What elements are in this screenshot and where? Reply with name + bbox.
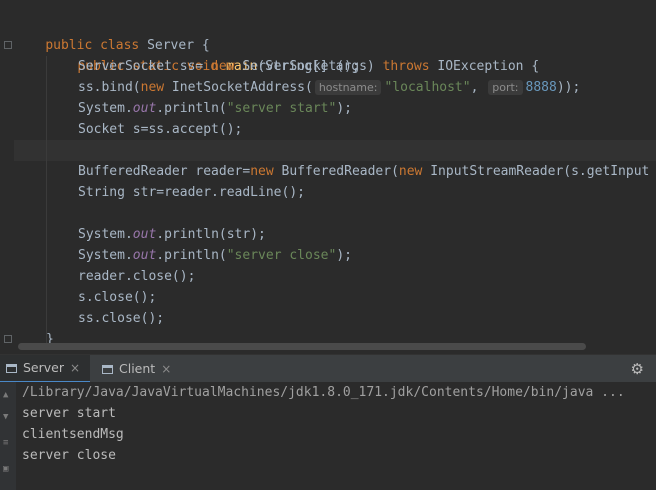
code-line-6: Socket s=ss.accept(); <box>78 119 242 140</box>
string-literal: "server start" <box>226 101 337 116</box>
code-editor[interactable]: public class Server { public static void… <box>0 0 656 352</box>
code-text: ServerSocket(); <box>234 59 360 74</box>
editor-gutter <box>0 0 14 352</box>
console-line: clientsendMsg <box>22 427 124 442</box>
code-text: System. <box>78 248 133 263</box>
code-text: InputStreamReader(s.getInput <box>422 164 650 179</box>
number-literal: 8888 <box>525 80 557 95</box>
code-line-15: ss.close(); <box>78 308 164 329</box>
code-line-5: System.out.println("server start"); <box>78 98 352 119</box>
static-field: out <box>132 248 157 263</box>
close-icon[interactable]: × <box>70 354 80 382</box>
code-line-2: public static void main(String[] args) t… <box>46 35 539 74</box>
code-text: System. <box>78 227 133 242</box>
code-text: ss.close(); <box>78 311 165 326</box>
soft-wrap-icon[interactable]: ≡ <box>3 438 8 448</box>
console-line: server close <box>22 448 116 463</box>
indent-guide <box>46 56 47 346</box>
code-text: .println( <box>156 248 227 263</box>
keyword: new <box>140 80 165 95</box>
code-text: ); <box>336 248 352 263</box>
fold-icon[interactable] <box>4 335 12 343</box>
code-text: BufferedReader reader= <box>78 164 251 179</box>
tab-client[interactable]: Client × <box>96 355 176 383</box>
code-text: InetSocketAddress( <box>164 80 313 95</box>
parameter-hint: port: <box>488 80 523 95</box>
scroll-down-icon[interactable]: ▼ <box>3 412 8 422</box>
code-text: , <box>470 80 479 95</box>
brace: { <box>531 59 540 74</box>
console-icon <box>6 363 17 373</box>
code-line-13: reader.close(); <box>78 266 195 287</box>
console-line: server start <box>22 406 116 421</box>
console-gutter: ▲ ▼ ≡ ▣ <box>0 382 16 490</box>
code-text: s.close(); <box>78 290 157 305</box>
code-text: )); <box>556 80 581 95</box>
fold-icon[interactable] <box>4 41 12 49</box>
current-line-highlight <box>14 140 656 161</box>
static-field: out <box>132 101 157 116</box>
gear-icon[interactable]: ⚙ <box>631 360 644 378</box>
print-icon[interactable]: ▣ <box>3 464 8 474</box>
code-text: System. <box>78 101 133 116</box>
tab-label: Client <box>119 361 156 376</box>
code-line-8: BufferedReader reader=new BufferedReader… <box>78 161 649 182</box>
scroll-up-icon[interactable]: ▲ <box>3 390 8 400</box>
code-text: String str=reader.readLine(); <box>78 185 305 200</box>
code-line-4: ss.bind(new InetSocketAddress(hostname: "… <box>78 77 580 98</box>
code-text: .println(str); <box>156 227 266 242</box>
code-text: reader.close(); <box>78 269 196 284</box>
console-output[interactable]: ▲ ▼ ≡ ▣ /Library/Java/JavaVirtualMachine… <box>0 382 656 490</box>
console-icon <box>102 364 113 374</box>
static-field: out <box>132 227 157 242</box>
code-text: .println( <box>156 101 227 116</box>
code-line-1: public class Server { <box>14 14 209 53</box>
code-line-12: System.out.println("server close"); <box>78 245 352 266</box>
code-text: ServerSocket ss= <box>78 59 212 74</box>
code-line-3: ServerSocket ss= new ServerSocket(); <box>78 56 360 77</box>
parameter-hint: hostname: <box>314 80 382 95</box>
close-icon[interactable]: × <box>161 355 171 383</box>
run-tool-window-header: Server × Client × ⚙ <box>0 354 656 383</box>
string-literal: "server close" <box>226 248 337 263</box>
code-line-14: s.close(); <box>78 287 156 308</box>
tab-server[interactable]: Server × <box>0 355 90 383</box>
code-text: ); <box>336 101 352 116</box>
horizontal-scrollbar[interactable] <box>18 343 586 350</box>
keyword: new <box>250 164 274 179</box>
keyword: new <box>398 164 423 179</box>
console-line: /Library/Java/JavaVirtualMachines/jdk1.8… <box>22 385 625 400</box>
code-line-9: String str=reader.readLine(); <box>78 182 305 203</box>
keyword: new <box>211 59 235 74</box>
exception-type: IOException <box>437 59 524 74</box>
code-text: ss.bind( <box>78 80 141 95</box>
code-text: BufferedReader( <box>273 164 399 179</box>
string-literal: "localhost" <box>384 80 471 95</box>
keyword: throws <box>382 59 430 74</box>
code-text: Socket s=ss.accept(); <box>78 122 243 137</box>
code-line-11: System.out.println(str); <box>78 224 266 245</box>
tab-label: Server <box>23 360 64 375</box>
